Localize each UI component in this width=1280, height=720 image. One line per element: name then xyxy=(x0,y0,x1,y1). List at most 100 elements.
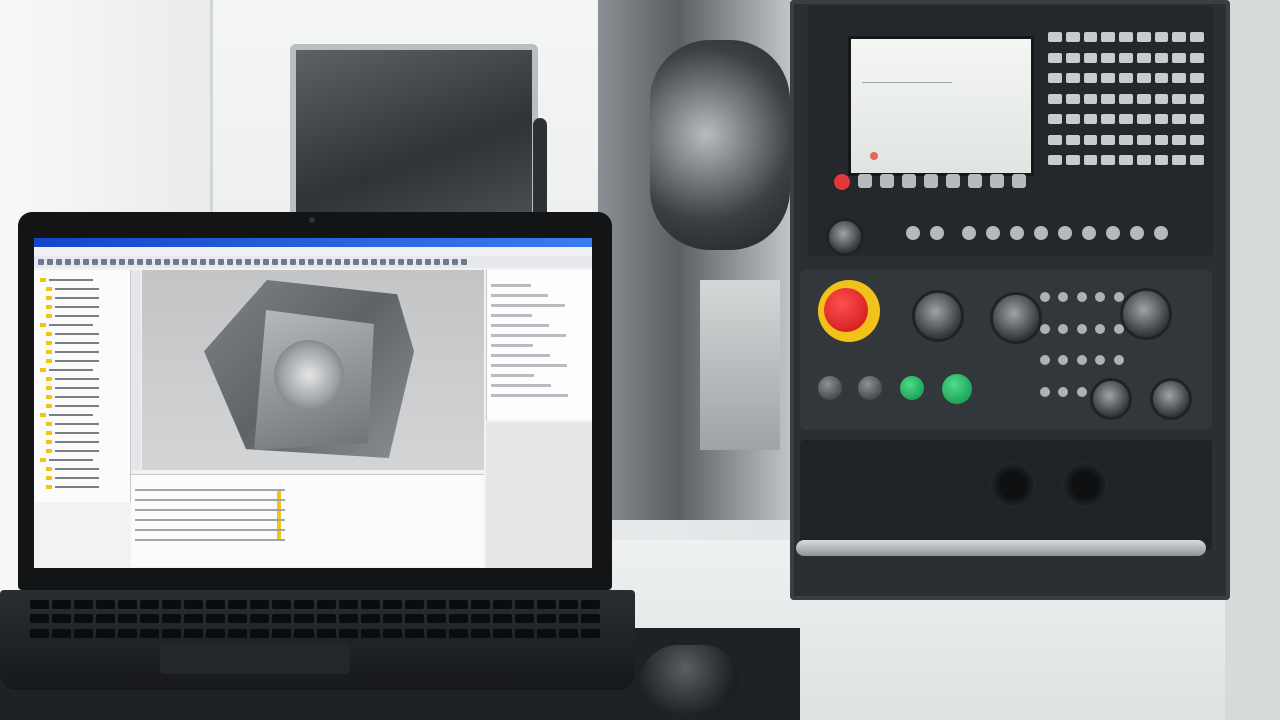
cnc-key xyxy=(1065,93,1080,104)
cnc-key xyxy=(1154,93,1169,104)
parameters-panel xyxy=(131,474,484,567)
folder-icon xyxy=(46,431,52,435)
toolbar-icon xyxy=(290,259,296,265)
cnc-key xyxy=(1083,73,1098,84)
cnc-key xyxy=(1172,155,1187,166)
keyboard-key xyxy=(250,600,270,609)
keyboard-key xyxy=(514,600,534,609)
folder-icon xyxy=(46,422,52,426)
property-row xyxy=(491,364,567,367)
keyboard-key xyxy=(470,614,490,624)
cnc-panel-button xyxy=(1058,323,1069,334)
keyboard-key xyxy=(228,600,248,609)
property-row xyxy=(491,344,533,347)
tree-item xyxy=(46,485,126,489)
tree-item-label xyxy=(55,486,99,488)
cnc-key xyxy=(1190,73,1204,84)
keyboard-key xyxy=(250,628,270,638)
cnc-panel-button xyxy=(1076,292,1087,302)
tree-item-label xyxy=(49,459,93,461)
cnc-key xyxy=(1154,114,1169,125)
keyboard-key xyxy=(206,600,226,609)
tree-item xyxy=(46,422,126,426)
keyboard-key xyxy=(382,600,402,609)
tree-item xyxy=(40,458,120,462)
cnc-key xyxy=(1119,32,1133,42)
folder-icon xyxy=(46,377,52,381)
tree-item xyxy=(46,377,126,381)
cnc-key xyxy=(1101,52,1116,63)
parameter-row xyxy=(135,529,285,531)
keyboard-key xyxy=(470,600,490,609)
tree-item-label xyxy=(55,432,99,434)
cnc-key xyxy=(1119,93,1133,104)
toolbar-icon xyxy=(245,259,251,265)
keyboard-key xyxy=(140,628,160,638)
cnc-key xyxy=(1172,73,1187,84)
property-row xyxy=(491,314,532,317)
operations-tree xyxy=(34,270,131,502)
cnc-key xyxy=(1190,114,1204,125)
toolbar-icon xyxy=(173,259,179,265)
cnc-key xyxy=(1048,93,1062,104)
property-row xyxy=(491,354,550,357)
cnc-key xyxy=(1190,134,1204,145)
side-status-area xyxy=(486,422,592,568)
webcam xyxy=(309,217,315,223)
right-wall xyxy=(1225,0,1280,720)
parameter-row xyxy=(135,499,285,501)
tree-item xyxy=(46,350,126,354)
photo-scene xyxy=(0,0,1280,720)
keyboard-key xyxy=(96,628,116,638)
folder-icon xyxy=(46,467,52,471)
keyboard-key xyxy=(448,628,468,638)
toolbar-icon xyxy=(128,259,134,265)
toolbar-icon xyxy=(155,259,161,265)
cnc-button-row-mid xyxy=(962,226,1024,242)
cnc-key xyxy=(1101,155,1116,166)
keyboard-key xyxy=(162,600,182,609)
tree-item-label xyxy=(55,477,99,479)
cnc-softkeys xyxy=(858,174,1058,190)
cnc-key xyxy=(1101,73,1116,84)
cnc-key xyxy=(1048,114,1062,125)
folder-icon xyxy=(46,296,52,300)
keyboard-key xyxy=(272,600,292,609)
property-row xyxy=(491,304,565,307)
tree-item-label xyxy=(55,288,99,290)
folder-icon xyxy=(46,449,52,453)
cnc-button-row-right xyxy=(1034,226,1168,242)
tree-item-label xyxy=(55,342,99,344)
property-row xyxy=(491,324,549,327)
toolbar-icon xyxy=(362,259,368,265)
laptop-keyboard xyxy=(30,600,600,640)
handwheel-knob xyxy=(1090,378,1132,420)
toolbar-icon xyxy=(380,259,386,265)
cnc-key xyxy=(1190,155,1204,166)
toolbar-icon xyxy=(398,259,404,265)
tree-item xyxy=(40,278,120,282)
cnc-panel-button xyxy=(1095,292,1106,302)
keyboard-key xyxy=(360,600,380,609)
keyboard-key xyxy=(558,628,578,638)
folder-icon xyxy=(40,323,46,327)
tree-item-label xyxy=(55,306,99,308)
folder-icon xyxy=(46,287,52,291)
keyboard-key xyxy=(118,628,138,638)
keyboard-key xyxy=(184,600,204,609)
cnc-key xyxy=(1101,93,1116,104)
cnc-key xyxy=(1065,134,1080,145)
toolbar-icon xyxy=(137,259,143,265)
cnc-key xyxy=(1101,114,1116,125)
keyboard-key xyxy=(294,600,314,609)
cnc-key xyxy=(1065,114,1080,125)
vertical-toolbar xyxy=(131,270,141,470)
axis-select-knob xyxy=(1150,378,1192,420)
keyboard-key xyxy=(118,600,138,609)
cycle-start-button xyxy=(900,376,924,400)
app-toolbar xyxy=(34,256,592,268)
folder-icon xyxy=(46,350,52,354)
cnc-key xyxy=(1154,155,1169,166)
cnc-key xyxy=(1190,32,1204,42)
keyboard-key xyxy=(316,628,336,638)
